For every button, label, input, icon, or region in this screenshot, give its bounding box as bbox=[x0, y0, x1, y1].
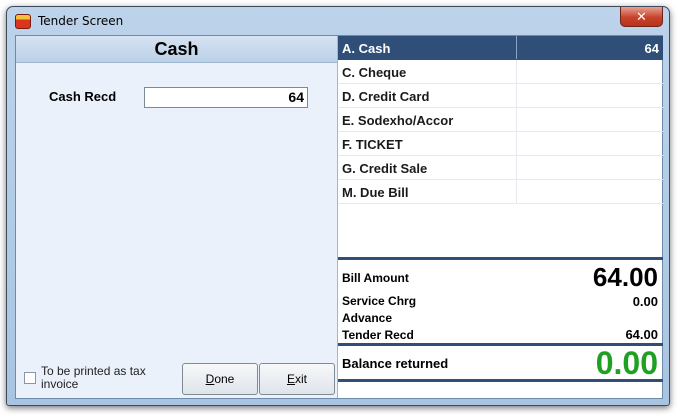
column-divider bbox=[516, 180, 517, 203]
service-chrg-label: Service Chrg bbox=[342, 294, 417, 308]
tender-list: A. Cash 64 C. Cheque D. Credit Card E. S… bbox=[338, 36, 663, 204]
summary-top-divider bbox=[338, 257, 663, 260]
tender-name: D. Credit Card bbox=[342, 89, 430, 104]
summary-bottom-divider bbox=[338, 379, 663, 382]
tender-name: F. TICKET bbox=[342, 137, 403, 152]
window-title: Tender Screen bbox=[38, 14, 124, 28]
column-divider bbox=[516, 132, 517, 155]
column-divider bbox=[516, 108, 517, 131]
bill-amount-label: Bill Amount bbox=[342, 271, 409, 285]
column-divider bbox=[516, 84, 517, 107]
tender-name: A. Cash bbox=[342, 41, 391, 56]
column-divider bbox=[516, 156, 517, 179]
tender-recd-label: Tender Recd bbox=[342, 328, 414, 342]
tender-name: C. Cheque bbox=[342, 65, 407, 80]
service-chrg-value: 0.00 bbox=[632, 294, 658, 309]
close-icon: ✕ bbox=[636, 9, 647, 24]
tender-name: M. Due Bill bbox=[342, 185, 409, 200]
tax-invoice-label[interactable]: To be printed as tax invoice bbox=[41, 365, 181, 391]
tender-row-sodexho[interactable]: E. Sodexho/Accor bbox=[338, 108, 663, 132]
done-label-rest: one bbox=[214, 372, 235, 386]
cash-panel-title: Cash bbox=[16, 36, 337, 63]
done-button[interactable]: Done bbox=[182, 363, 258, 395]
column-divider bbox=[516, 60, 517, 83]
column-divider bbox=[516, 36, 517, 59]
tender-panel: A. Cash 64 C. Cheque D. Credit Card E. S… bbox=[337, 36, 663, 398]
cash-panel: Cash Cash Recd 64 To be printed as tax i… bbox=[16, 36, 337, 398]
balance-returned-label: Balance returned bbox=[342, 356, 449, 371]
exit-button[interactable]: Exit bbox=[259, 363, 335, 395]
close-button[interactable]: ✕ bbox=[620, 7, 663, 27]
client-area: Cash Cash Recd 64 To be printed as tax i… bbox=[15, 35, 663, 399]
exit-mnemonic: E bbox=[286, 372, 295, 386]
cash-recd-label: Cash Recd bbox=[49, 89, 117, 104]
tax-invoice-checkbox[interactable] bbox=[24, 372, 36, 384]
tender-row-cheque[interactable]: C. Cheque bbox=[338, 60, 663, 84]
advance-label: Advance bbox=[342, 311, 393, 325]
tender-name: G. Credit Sale bbox=[342, 161, 428, 176]
exit-label-rest: xit bbox=[295, 372, 307, 386]
tender-row-due-bill[interactable]: M. Due Bill bbox=[338, 180, 663, 204]
tender-recd-value: 64.00 bbox=[625, 327, 658, 342]
tender-row-credit-card[interactable]: D. Credit Card bbox=[338, 84, 663, 108]
balance-returned-value: 0.00 bbox=[595, 345, 658, 381]
tender-amount: 64 bbox=[644, 41, 659, 56]
bill-amount-value: 64.00 bbox=[592, 262, 658, 292]
tender-window: Tender Screen ✕ Cash Cash Recd 64 To be … bbox=[6, 6, 670, 406]
title-bar[interactable]: Tender Screen ✕ bbox=[7, 7, 669, 35]
app-icon bbox=[15, 14, 31, 29]
tender-row-credit-sale[interactable]: G. Credit Sale bbox=[338, 156, 663, 180]
tender-row-cash[interactable]: A. Cash 64 bbox=[338, 36, 663, 60]
tender-row-ticket[interactable]: F. TICKET bbox=[338, 132, 663, 156]
cash-recd-input[interactable]: 64 bbox=[144, 87, 308, 108]
tender-name: E. Sodexho/Accor bbox=[342, 113, 454, 128]
done-mnemonic: D bbox=[205, 372, 215, 386]
